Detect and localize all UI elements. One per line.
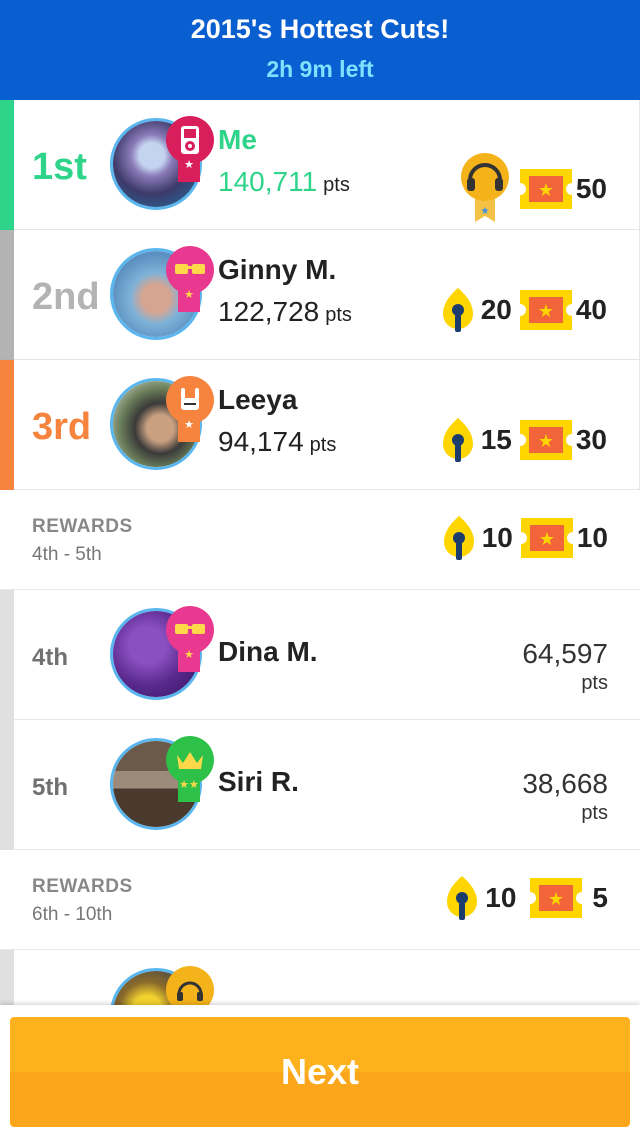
- ticket-count: 10: [576, 522, 608, 553]
- mic-count: 10: [485, 882, 517, 913]
- reward-set: 10 ★ 5: [443, 874, 608, 922]
- player-points: 94,174 pts: [218, 426, 336, 458]
- leaderboard-row-5[interactable]: 5th ★★ Siri R. 38,668 pts: [0, 720, 640, 850]
- points-unit: pts: [325, 304, 352, 326]
- footer: Next: [0, 1005, 640, 1136]
- player-name: Leeya: [218, 384, 298, 415]
- mic-count: 15: [480, 424, 512, 455]
- header-bar: 2015's Hottest Cuts! 2h 9m left: [0, 0, 640, 100]
- headphones-badge-icon: [166, 966, 214, 1005]
- reward-set: 10 ★ 10: [440, 514, 608, 562]
- reward-set: ★ ★ 50: [458, 152, 607, 226]
- ticket-icon: ★: [520, 518, 573, 558]
- svg-text:★: ★: [538, 301, 554, 322]
- player-name: Me: [218, 124, 257, 155]
- rank-label: 4th: [32, 644, 68, 671]
- points-unit: pts: [581, 672, 608, 694]
- points-unit: pts: [323, 174, 350, 196]
- badge-ribbon: ★: [178, 284, 200, 312]
- points-value: 122,728: [218, 296, 320, 327]
- rewards-label: REWARDS: [32, 516, 133, 537]
- rank-color-bar: [0, 590, 14, 720]
- leaderboard-row-3[interactable]: 3rd ★ Leeya 94,174 pts 15 ★ 30: [0, 360, 640, 490]
- player-points: 122,728 pts: [218, 296, 352, 328]
- ticket-count: 40: [575, 294, 607, 325]
- rewards-label: REWARDS: [32, 876, 133, 897]
- reward-set: 20 ★ 40: [439, 286, 607, 334]
- mic-count: 20: [480, 294, 512, 325]
- leaderboard-list[interactable]: 1st ★ Me 140,711 pts ★ ★ 50 2nd ★ Ginny …: [0, 100, 640, 1005]
- rewards-section-4-5: REWARDS 4th - 5th 10 ★ 10: [0, 490, 640, 590]
- badge-ribbon: ★: [178, 644, 200, 672]
- rank-color-bar: [0, 360, 14, 490]
- reward-set: 15 ★ 30: [439, 416, 607, 464]
- player-points: 38,668 pts: [522, 768, 608, 825]
- rank-color-bar: [0, 100, 14, 230]
- time-left: 2h 9m left: [266, 56, 374, 82]
- player-name: Dina M.: [218, 636, 318, 667]
- player-name: Ginny M.: [218, 254, 337, 285]
- svg-text:★: ★: [548, 889, 564, 910]
- ticket-icon: ★: [530, 878, 583, 918]
- points-value: 140,711: [218, 166, 318, 197]
- player-name: Siri R.: [218, 766, 299, 797]
- rank-label: 2nd: [32, 276, 100, 318]
- points-unit: pts: [309, 434, 337, 456]
- headphones-trophy-icon: ★: [458, 152, 512, 226]
- ticket-count: 5: [592, 882, 608, 913]
- points-value: 94,174: [218, 426, 304, 457]
- rank-label: 1st: [32, 146, 87, 188]
- svg-text:★: ★: [539, 529, 555, 550]
- leaderboard-row-2[interactable]: 2nd ★ Ginny M. 122,728 pts 20 ★ 40: [0, 230, 640, 360]
- ticket-count: 30: [575, 424, 607, 455]
- ticket-icon: ★: [519, 169, 572, 209]
- mic-icon: [439, 286, 477, 334]
- mic-icon: [439, 416, 477, 464]
- svg-text:★: ★: [538, 431, 554, 452]
- leaderboard-row-6[interactable]: [0, 950, 640, 1005]
- points-value: 64,597: [522, 638, 608, 669]
- ticket-icon: ★: [519, 290, 572, 330]
- rank-color-bar: [0, 230, 14, 360]
- player-points: 140,711 pts: [218, 166, 350, 198]
- contest-title: 2015's Hottest Cuts!: [190, 14, 450, 44]
- rank-color-bar: [0, 950, 14, 1005]
- mic-count: 10: [481, 522, 513, 553]
- next-button[interactable]: Next: [10, 1017, 630, 1127]
- mic-icon: [443, 874, 481, 922]
- badge-ribbon: ★: [178, 154, 200, 182]
- rank-label: 3rd: [32, 406, 92, 448]
- leaderboard-row-1[interactable]: 1st ★ Me 140,711 pts ★ ★ 50: [0, 100, 640, 230]
- rank-label: 5th: [32, 774, 68, 801]
- badge-ribbon: ★: [178, 414, 200, 442]
- mic-icon: [440, 514, 478, 562]
- ticket-count: 50: [575, 173, 607, 204]
- rewards-range: 6th - 10th: [32, 904, 113, 925]
- leaderboard-row-4[interactable]: 4th ★ Dina M. 64,597 pts: [0, 590, 640, 720]
- svg-text:★: ★: [480, 206, 489, 217]
- player-points: 64,597 pts: [522, 638, 608, 695]
- rank-color-bar: [0, 720, 14, 850]
- rewards-section-6-10: REWARDS 6th - 10th 10 ★ 5: [0, 850, 640, 950]
- badge-ribbon: ★★: [178, 774, 200, 802]
- points-value: 38,668: [522, 768, 608, 799]
- points-unit: pts: [581, 802, 608, 824]
- ticket-icon: ★: [519, 420, 572, 460]
- rewards-range: 4th - 5th: [32, 544, 102, 565]
- svg-text:★: ★: [538, 180, 554, 201]
